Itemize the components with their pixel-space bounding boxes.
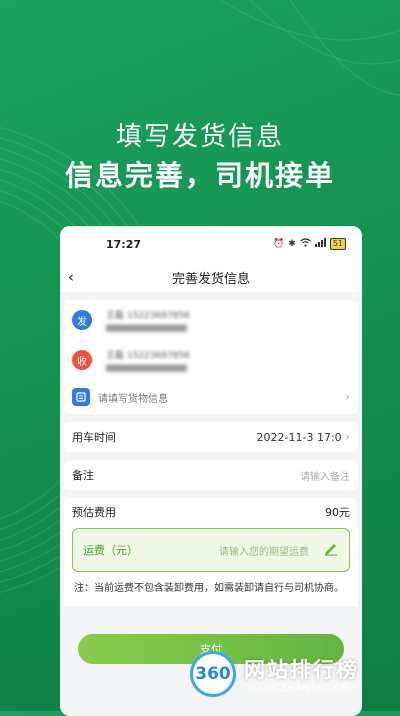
watermark: 360 网站排行榜 -WANGZHAN360.CN- bbox=[190, 651, 359, 697]
nav-bar: ‹ 完善发货信息 bbox=[60, 262, 362, 292]
vehicle-time-value: 2022-11-3 17:0 bbox=[256, 431, 342, 444]
fee-section: 预估费用 90元 运费（元） 请输入您的期望运费 注：当前运费不包含装卸费用，如… bbox=[64, 498, 358, 606]
receiver-badge: 收 bbox=[72, 350, 92, 370]
page-title: 完善发货信息 bbox=[171, 271, 250, 287]
receiver-contact: 王磊 15223697856 bbox=[106, 351, 190, 361]
remark-label: 备注 bbox=[72, 469, 94, 482]
signal-icon bbox=[314, 238, 326, 250]
remark-row[interactable]: 备注 请输入备注 bbox=[64, 460, 358, 490]
freight-label: 运费（元） bbox=[83, 544, 138, 557]
estimate-label: 预估费用 bbox=[72, 506, 116, 519]
freight-input[interactable]: 请输入您的期望运费 bbox=[146, 543, 309, 558]
vehicle-time-row[interactable]: 用车时间 2022-11-3 17:0 › bbox=[64, 422, 358, 452]
status-bar: 17:27 ⏰ ✱ 51 bbox=[60, 226, 362, 262]
receiver-address[interactable]: 收 王磊 15223697856 ▇▇▇▇▇▇▇▇▇▇▇▇▇▇▇ bbox=[64, 340, 358, 380]
promo-subtitle: 信息完善，司机接单 bbox=[64, 159, 335, 192]
bluetooth-icon: ✱ bbox=[288, 239, 296, 249]
fee-notice: 注：当前运费不包含装卸费用，如需装卸请自行与司机协商。 bbox=[74, 583, 344, 594]
vehicle-time-label: 用车时间 bbox=[72, 431, 116, 444]
receiver-address-detail: ▇▇▇▇▇▇▇▇▇▇▇▇▇▇▇ bbox=[106, 364, 187, 372]
chevron-right-icon: › bbox=[345, 430, 350, 444]
address-card: 发 王磊 15223697856 ▇▇▇▇▇▇▇▇▇▇▇▇▇▇▇ 收 王磊 15… bbox=[64, 300, 358, 414]
sender-contact: 王磊 15223697856 bbox=[106, 311, 190, 321]
sender-address-detail: ▇▇▇▇▇▇▇▇▇▇▇▇▇▇▇ bbox=[106, 324, 187, 332]
status-time: 17:27 bbox=[106, 237, 142, 251]
pencil-icon bbox=[323, 540, 339, 560]
goods-info-row[interactable]: 请填写货物信息 › bbox=[64, 380, 358, 414]
goods-icon bbox=[72, 388, 90, 406]
back-chevron-icon[interactable]: ‹ bbox=[68, 268, 74, 286]
estimate-value: 90元 bbox=[325, 506, 350, 519]
status-icons: ⏰ ✱ 51 bbox=[273, 238, 346, 250]
freight-input-box[interactable]: 运费（元） 请输入您的期望运费 bbox=[72, 528, 350, 572]
watermark-title: 网站排行榜 bbox=[244, 658, 359, 682]
sender-address[interactable]: 发 王磊 15223697856 ▇▇▇▇▇▇▇▇▇▇▇▇▇▇▇ bbox=[64, 300, 358, 340]
phone-screenshot: 17:27 ⏰ ✱ 51 ‹ 完善发货信息 发 王磊 15223697856 ▇… bbox=[60, 226, 362, 716]
remark-input[interactable]: 请输入备注 bbox=[300, 468, 350, 483]
goods-placeholder: 请填写货物信息 bbox=[98, 393, 168, 405]
chevron-right-icon: › bbox=[345, 390, 350, 404]
sender-badge: 发 bbox=[72, 310, 92, 330]
alarm-icon: ⏰ bbox=[273, 239, 285, 249]
wifi-icon bbox=[299, 238, 311, 250]
watermark-subtitle: -WANGZHAN360.CN- bbox=[244, 684, 354, 694]
battery-icon: 51 bbox=[329, 238, 346, 250]
watermark-logo: 360 bbox=[190, 651, 236, 697]
promo-title: 填写发货信息 bbox=[115, 122, 284, 152]
